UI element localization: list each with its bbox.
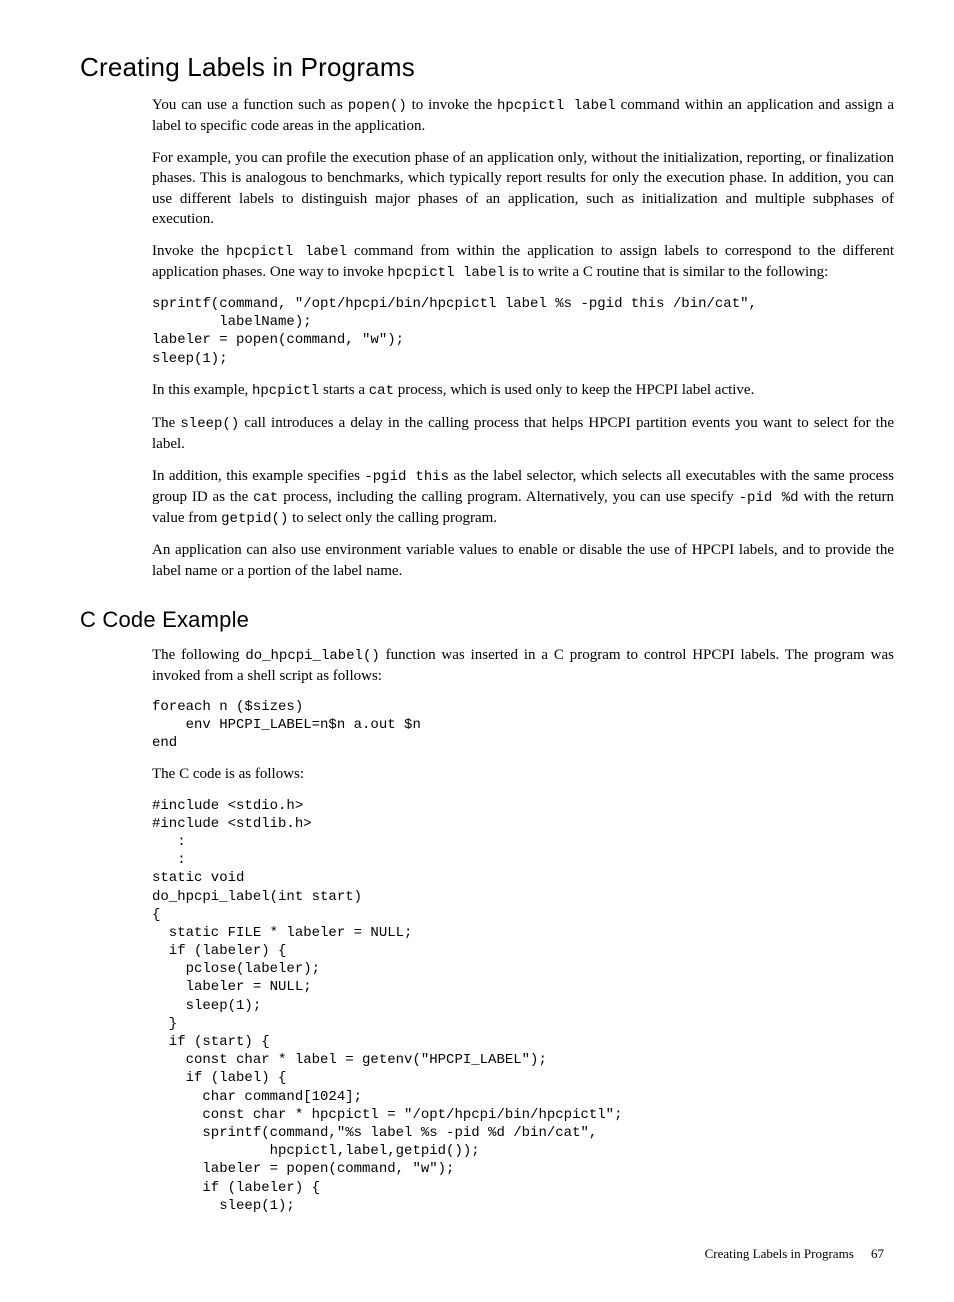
text: to select only the calling program. xyxy=(288,510,497,526)
inline-code: cat xyxy=(369,383,394,399)
inline-code: hpcpictl label xyxy=(497,98,616,114)
inline-code: -pgid this xyxy=(364,469,449,485)
paragraph: The sleep() call introduces a delay in t… xyxy=(152,413,894,454)
text: The xyxy=(152,415,180,431)
paragraph: You can use a function such as popen() t… xyxy=(152,95,894,136)
text: process, which is used only to keep the … xyxy=(394,382,754,398)
inline-code: hpcpictl label xyxy=(226,244,347,260)
page-number: 67 xyxy=(871,1246,884,1261)
paragraph: Invoke the hpcpictl label command from w… xyxy=(152,241,894,283)
text: process, including the calling program. … xyxy=(278,489,738,505)
paragraph: The following do_hpcpi_label() function … xyxy=(152,645,894,686)
code-block: sprintf(command, "/opt/hpcpi/bin/hpcpict… xyxy=(152,295,894,368)
section-body: You can use a function such as popen() t… xyxy=(152,95,894,581)
code-block: foreach n ($sizes) env HPCPI_LABEL=n$n a… xyxy=(152,698,894,753)
subsection-heading: C Code Example xyxy=(80,605,894,635)
inline-code: do_hpcpi_label() xyxy=(245,648,379,664)
paragraph: In addition, this example specifies -pgi… xyxy=(152,466,894,529)
text: is to write a C routine that is similar … xyxy=(505,264,828,280)
subsection-body: The following do_hpcpi_label() function … xyxy=(152,645,894,1215)
code-block: #include <stdio.h> #include <stdlib.h> :… xyxy=(152,797,894,1215)
text: starts a xyxy=(319,382,369,398)
page-footer: Creating Labels in Programs 67 xyxy=(80,1245,884,1263)
inline-code: hpcpictl xyxy=(252,383,319,399)
text: You can use a function such as xyxy=(152,97,348,113)
text: The following xyxy=(152,647,245,663)
text: In addition, this example specifies xyxy=(152,468,364,484)
footer-title: Creating Labels in Programs xyxy=(705,1246,854,1261)
paragraph: An application can also use environment … xyxy=(152,540,894,581)
inline-code: -pid %d xyxy=(739,490,799,506)
paragraph: The C code is as follows: xyxy=(152,764,894,784)
paragraph: For example, you can profile the executi… xyxy=(152,148,894,229)
text: Invoke the xyxy=(152,243,226,259)
inline-code: hpcpictl label xyxy=(387,265,505,281)
text: In this example, xyxy=(152,382,252,398)
inline-code: sleep() xyxy=(180,416,239,432)
text: to invoke the xyxy=(407,97,497,113)
inline-code: cat xyxy=(253,490,278,506)
paragraph: In this example, hpcpictl starts a cat p… xyxy=(152,380,894,401)
inline-code: popen() xyxy=(348,98,407,114)
section-heading: Creating Labels in Programs xyxy=(80,50,894,85)
inline-code: getpid() xyxy=(221,511,288,527)
text: call introduces a delay in the calling p… xyxy=(152,415,894,452)
